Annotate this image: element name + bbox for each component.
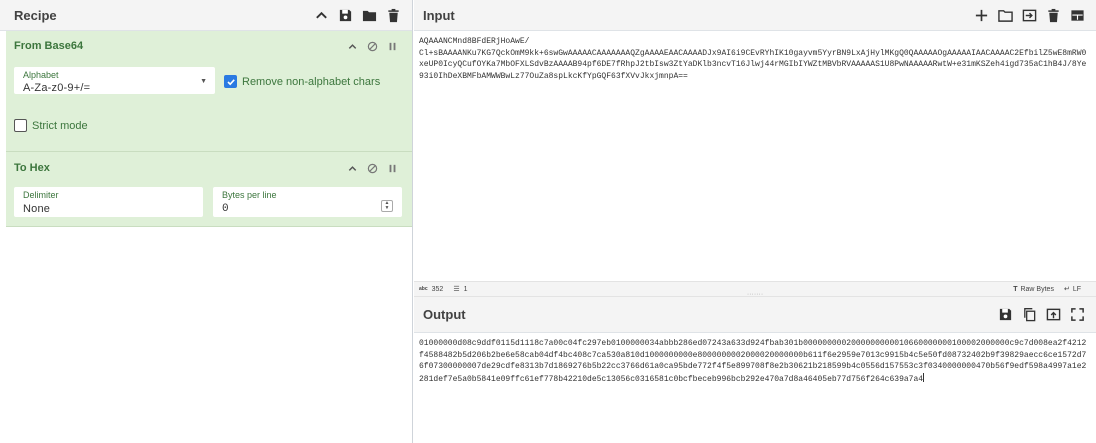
input-pane: Input AQAAANCMnd8BFdERjHoAwE/ Cl+sBAAAAN… [414, 0, 1096, 298]
maximise-output-button[interactable] [1066, 304, 1088, 326]
raw-bytes-button[interactable]: Raw Bytes [1020, 286, 1053, 293]
trash-icon [387, 8, 399, 22]
operation-header: From Base64 [6, 31, 412, 61]
clear-input-button[interactable] [1042, 4, 1064, 26]
collapse-recipe-button[interactable] [310, 4, 332, 26]
add-input-tab-button[interactable] [970, 4, 992, 26]
layout-icon [1070, 9, 1084, 21]
open-folder-button[interactable] [994, 4, 1016, 26]
operation-title: To Hex [14, 162, 50, 174]
load-recipe-button[interactable] [358, 4, 380, 26]
chevron-up-icon [348, 43, 356, 49]
input-title: Input [423, 7, 455, 23]
bytes-per-line-value: 0 [222, 203, 229, 215]
disable-operation-button[interactable] [362, 36, 382, 56]
strict-mode-label: Strict mode [32, 119, 88, 132]
save-output-button[interactable] [994, 304, 1016, 326]
output-value: 01000000d08c9ddf0115d1118c7a00c04fc297eb… [419, 339, 1087, 384]
collapse-operation-button[interactable] [342, 158, 362, 178]
recipe-pane: Recipe From Base64 Alphabet A-Za-z0-9+/=… [0, 0, 413, 443]
lines-icon: ☰ [453, 286, 460, 293]
clear-recipe-button[interactable] [382, 4, 404, 26]
operation-to-hex: To Hex Delimiter None Bytes per line 0 ▲… [6, 152, 412, 227]
folder-icon [362, 10, 376, 21]
alphabet-label: Alphabet [23, 70, 59, 80]
chevron-up-icon [315, 11, 327, 19]
remove-non-alphabet-label: Remove non-alphabet chars [242, 75, 381, 88]
output-pane: Output 01000000d08c9ddf0115d1118c7a00c04… [414, 296, 1096, 443]
checkbox-checked-icon [224, 75, 237, 88]
disable-icon [367, 41, 377, 51]
operation-header: To Hex [6, 152, 412, 184]
open-file-button[interactable] [1018, 4, 1040, 26]
length-icon: abc [419, 286, 428, 292]
checkbox-unchecked-icon [14, 119, 27, 132]
input-header: Input [414, 0, 1096, 31]
collapse-operation-button[interactable] [342, 36, 362, 56]
eol-button[interactable]: LF [1073, 286, 1081, 293]
copy-output-button[interactable] [1018, 304, 1040, 326]
move-to-input-icon [1046, 308, 1060, 321]
delimiter-select[interactable]: Delimiter None [14, 187, 203, 217]
disable-operation-button[interactable] [362, 158, 382, 178]
operation-from-base64: From Base64 Alphabet A-Za-z0-9+/= ▼ Remo… [6, 31, 412, 152]
input-textarea[interactable]: AQAAANCMnd8BFdERjHoAwE/ Cl+sBAAAANKu7KG7… [414, 31, 1096, 82]
recipe-title: Recipe [14, 7, 57, 23]
input-lines: 1 [463, 285, 468, 293]
cyberchef-app: Recipe From Base64 Alphabet A-Za-z0-9+/=… [0, 0, 1096, 443]
alphabet-select[interactable]: Alphabet A-Za-z0-9+/= ▼ [14, 67, 215, 94]
alphabet-value: A-Za-z0-9+/= [23, 82, 91, 94]
dropdown-caret-icon: ▼ [200, 78, 207, 85]
save-recipe-button[interactable] [334, 4, 356, 26]
pause-icon [389, 164, 395, 172]
copy-icon [1023, 308, 1035, 322]
operation-title: From Base64 [14, 40, 84, 52]
strict-mode-checkbox[interactable]: Strict mode [14, 119, 88, 132]
eol-icon: ↵ [1063, 286, 1070, 293]
pause-icon [389, 42, 395, 50]
delimiter-value: None [23, 203, 51, 215]
bytes-per-line-input[interactable]: Bytes per line 0 ▲ ▼ [213, 187, 402, 217]
trash-icon [1047, 8, 1059, 22]
text-cursor [923, 372, 925, 382]
output-text[interactable]: 01000000d08c9ddf0115d1118c7a00c04fc297eb… [414, 333, 1096, 385]
input-length: 352 [431, 285, 444, 293]
bytes-per-line-label: Bytes per line [222, 190, 277, 200]
disable-icon [367, 163, 377, 173]
number-spinner[interactable]: ▲ ▼ [381, 200, 393, 212]
output-title: Output [423, 307, 466, 322]
chevron-up-icon [348, 165, 356, 171]
folder-open-icon [997, 9, 1013, 22]
fullscreen-icon [1070, 308, 1084, 321]
remove-non-alphabet-checkbox[interactable]: Remove non-alphabet chars [224, 75, 380, 88]
save-icon [339, 9, 351, 21]
save-icon [999, 308, 1011, 321]
plus-icon [975, 9, 987, 21]
pause-operation-button[interactable] [382, 158, 402, 178]
recipe-header: Recipe [0, 0, 412, 31]
recipe-list: From Base64 Alphabet A-Za-z0-9+/= ▼ Remo… [6, 31, 412, 443]
replace-input-button[interactable] [1042, 304, 1064, 326]
output-header: Output [414, 296, 1096, 333]
pause-operation-button[interactable] [382, 36, 402, 56]
input-file-icon [1022, 9, 1036, 21]
delimiter-label: Delimiter [23, 190, 59, 200]
text-format-icon: T [1013, 285, 1018, 293]
reset-layout-button[interactable] [1066, 4, 1088, 26]
